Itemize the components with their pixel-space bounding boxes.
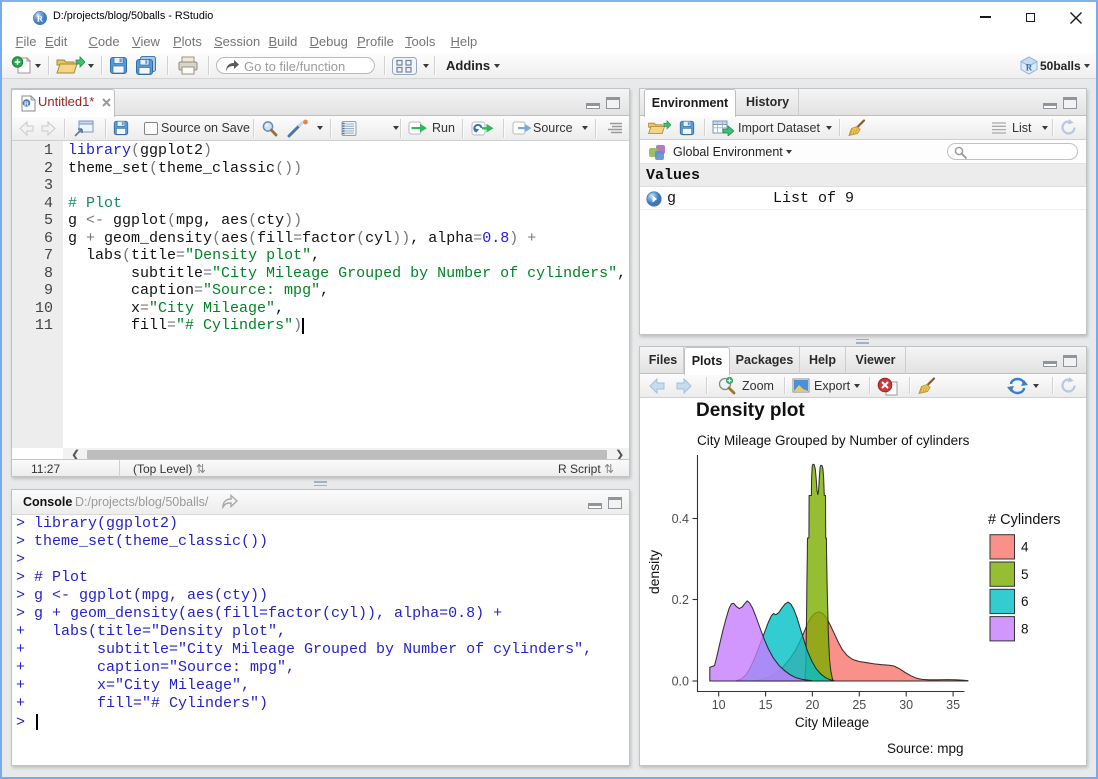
svg-text:Density plot: Density plot [696,400,805,421]
svg-text:City Mileage: City Mileage [795,715,869,730]
svg-text:15: 15 [759,698,773,712]
svg-text:5: 5 [1021,567,1029,582]
svg-text:R: R [1026,63,1033,73]
svg-text:# Cylinders: # Cylinders [988,512,1061,528]
svg-text:35: 35 [946,698,960,712]
svg-text:R: R [37,13,44,23]
svg-text:4: 4 [1021,540,1029,555]
svg-text:30: 30 [899,698,913,712]
svg-text:0.0: 0.0 [672,675,689,689]
svg-text:Source: mpg: Source: mpg [887,741,964,756]
svg-text:0.4: 0.4 [672,512,689,526]
svg-text:20: 20 [805,698,819,712]
svg-text:R: R [24,101,29,108]
svg-text:25: 25 [852,698,866,712]
svg-text:City Mileage Grouped by Number: City Mileage Grouped by Number of cylind… [697,433,970,448]
svg-text:8: 8 [1021,621,1029,636]
svg-text:density: density [646,550,662,594]
svg-text:0.2: 0.2 [672,593,689,607]
svg-text:10: 10 [712,698,726,712]
svg-text:6: 6 [1021,594,1029,609]
